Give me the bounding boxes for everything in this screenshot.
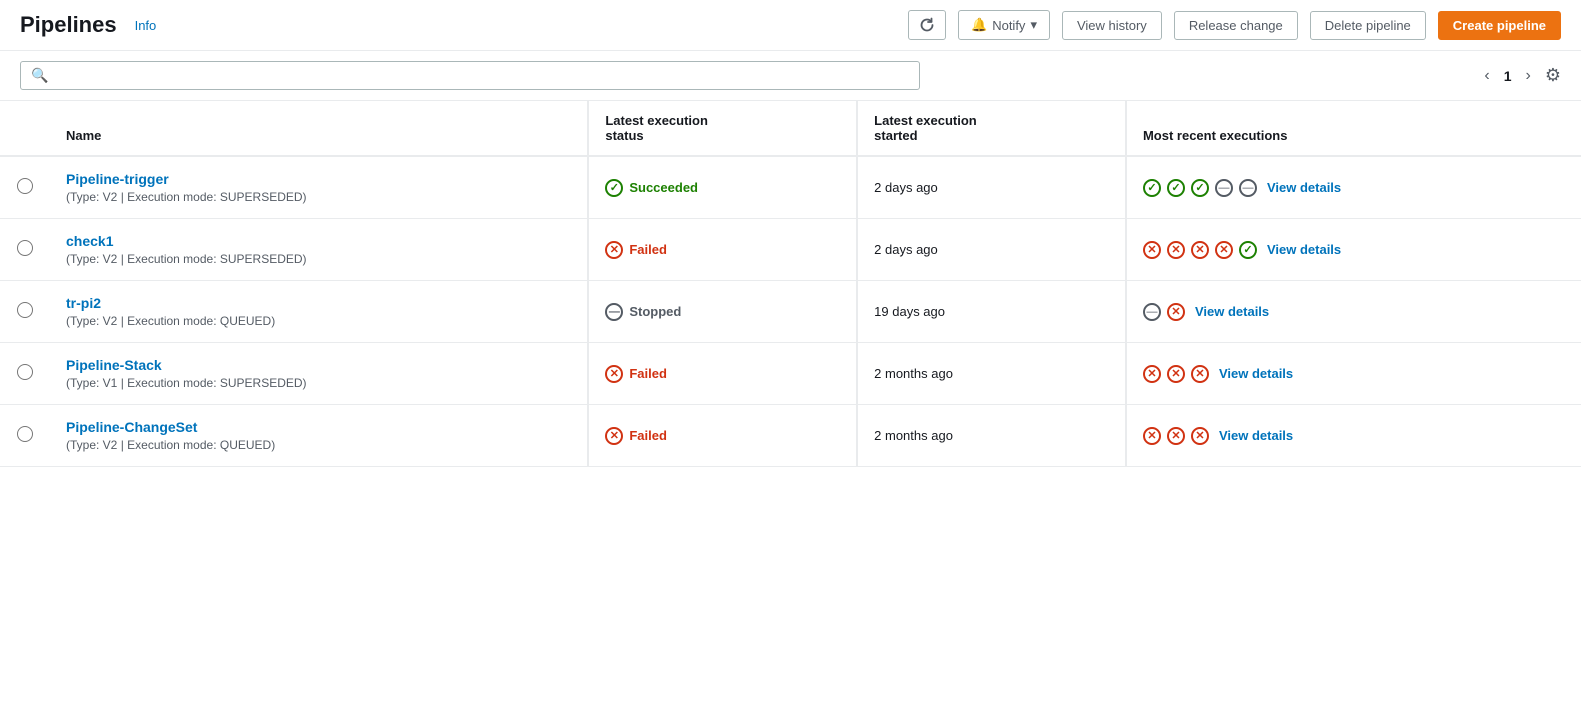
pipeline-name[interactable]: check1 [66, 233, 571, 249]
execution-started: 2 months ago [857, 343, 1126, 405]
pipeline-meta: (Type: V2 | Execution mode: SUPERSEDED) [66, 252, 571, 266]
execution-started: 2 months ago [857, 405, 1126, 467]
execution-started: 19 days ago [857, 281, 1126, 343]
search-bar: 🔍 ‹ 1 › ⚙ [0, 51, 1581, 101]
release-change-button[interactable]: Release change [1174, 11, 1298, 40]
search-input-wrap: 🔍 [20, 61, 920, 90]
info-link[interactable]: Info [135, 18, 157, 33]
execution-started: 2 days ago [857, 156, 1126, 219]
status-failed-icon: ✕ [605, 427, 623, 445]
search-input[interactable] [54, 68, 909, 84]
chevron-down-icon: ▾ [1030, 17, 1037, 33]
failed-icon: ✕ [1191, 365, 1209, 383]
execution-icons: ✕ ✕ ✕ ✕ ✓ View details [1143, 241, 1341, 259]
row-select-radio[interactable] [17, 426, 33, 442]
view-details-link[interactable]: View details [1267, 180, 1341, 195]
failed-icon: ✕ [1143, 241, 1161, 259]
pipeline-name[interactable]: tr-pi2 [66, 295, 571, 311]
table-wrap: Name Latest executionstatus Latest execu… [0, 101, 1581, 467]
row-select-radio[interactable] [17, 178, 33, 194]
notify-button[interactable]: 🔔 Notify ▾ [958, 10, 1050, 40]
success-icon: ✓ [1143, 179, 1161, 197]
col-status: Latest executionstatus [588, 101, 857, 156]
view-history-button[interactable]: View history [1062, 11, 1162, 40]
row-select-radio[interactable] [17, 240, 33, 256]
failed-icon: ✕ [1191, 427, 1209, 445]
header: Pipelines Info 🔔 Notify ▾ View history R… [0, 0, 1581, 51]
refresh-button[interactable] [908, 10, 946, 40]
failed-icon: ✕ [1167, 241, 1185, 259]
table-row: Pipeline-trigger (Type: V2 | Execution m… [0, 156, 1581, 219]
row-select-radio[interactable] [17, 302, 33, 318]
failed-icon: ✕ [1143, 365, 1161, 383]
col-select [0, 101, 50, 156]
status-badge: ✕ Failed [605, 427, 667, 445]
search-icon: 🔍 [31, 67, 48, 84]
status-failed-icon: ✕ [605, 241, 623, 259]
delete-pipeline-button[interactable]: Delete pipeline [1310, 11, 1426, 40]
refresh-icon [919, 17, 935, 33]
pipeline-meta: (Type: V1 | Execution mode: SUPERSEDED) [66, 376, 571, 390]
status-badge: ✕ Failed [605, 365, 667, 383]
create-pipeline-button[interactable]: Create pipeline [1438, 11, 1561, 40]
failed-icon: ✕ [1167, 365, 1185, 383]
table-row: Pipeline-ChangeSet (Type: V2 | Execution… [0, 405, 1581, 467]
pipelines-table: Name Latest executionstatus Latest execu… [0, 101, 1581, 467]
failed-icon: ✕ [1167, 427, 1185, 445]
view-details-link[interactable]: View details [1219, 428, 1293, 443]
success-icon: ✓ [1191, 179, 1209, 197]
execution-icons: ✕ ✕ ✕ View details [1143, 365, 1293, 383]
execution-icons: — ✕ View details [1143, 303, 1269, 321]
page-title: Pipelines [20, 12, 117, 38]
table-row: tr-pi2 (Type: V2 | Execution mode: QUEUE… [0, 281, 1581, 343]
pipeline-name[interactable]: Pipeline-trigger [66, 171, 571, 187]
status-badge: ✕ Failed [605, 241, 667, 259]
col-executions: Most recent executions [1126, 101, 1581, 156]
col-name: Name [50, 101, 588, 156]
pipeline-meta: (Type: V2 | Execution mode: SUPERSEDED) [66, 190, 571, 204]
status-badge: ✓ Succeeded [605, 179, 698, 197]
prev-page-button[interactable]: ‹ [1478, 63, 1495, 89]
view-details-link[interactable]: View details [1219, 366, 1293, 381]
stopped-icon: — [1239, 179, 1257, 197]
status-stopped-icon: — [605, 303, 623, 321]
view-details-link[interactable]: View details [1195, 304, 1269, 319]
settings-button[interactable]: ⚙ [1545, 65, 1561, 86]
execution-started: 2 days ago [857, 219, 1126, 281]
pagination: ‹ 1 › ⚙ [1478, 63, 1561, 89]
status-failed-icon: ✕ [605, 365, 623, 383]
success-icon: ✓ [1239, 241, 1257, 259]
row-select-radio[interactable] [17, 364, 33, 380]
success-icon: ✓ [1167, 179, 1185, 197]
view-details-link[interactable]: View details [1267, 242, 1341, 257]
execution-icons: ✓ ✓ ✓ — — View details [1143, 179, 1341, 197]
failed-icon: ✕ [1191, 241, 1209, 259]
pipeline-meta: (Type: V2 | Execution mode: QUEUED) [66, 438, 571, 452]
bell-icon: 🔔 [971, 17, 987, 33]
pipeline-meta: (Type: V2 | Execution mode: QUEUED) [66, 314, 571, 328]
execution-icons: ✕ ✕ ✕ View details [1143, 427, 1293, 445]
stopped-icon: — [1143, 303, 1161, 321]
failed-icon: ✕ [1215, 241, 1233, 259]
page-number: 1 [1504, 68, 1512, 84]
stopped-icon: — [1215, 179, 1233, 197]
col-started: Latest executionstarted [857, 101, 1126, 156]
failed-icon: ✕ [1143, 427, 1161, 445]
failed-icon: ✕ [1167, 303, 1185, 321]
next-page-button[interactable]: › [1520, 63, 1537, 89]
pipeline-name[interactable]: Pipeline-ChangeSet [66, 419, 571, 435]
status-badge: — Stopped [605, 303, 681, 321]
status-success-icon: ✓ [605, 179, 623, 197]
table-row: Pipeline-Stack (Type: V1 | Execution mod… [0, 343, 1581, 405]
table-header-row: Name Latest executionstatus Latest execu… [0, 101, 1581, 156]
table-row: check1 (Type: V2 | Execution mode: SUPER… [0, 219, 1581, 281]
pipeline-name[interactable]: Pipeline-Stack [66, 357, 571, 373]
